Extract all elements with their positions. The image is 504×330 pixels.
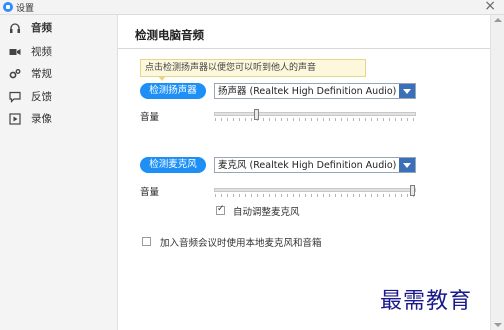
test-speaker-button[interactable]: 检测扬声器 <box>140 83 206 99</box>
speaker-device-select[interactable]: 扬声器 (Realtek High Definition Audio) <box>214 83 416 99</box>
close-button[interactable]: × <box>484 0 496 14</box>
sidebar-item-general[interactable]: 常规 <box>0 64 117 83</box>
slider-thumb[interactable] <box>410 185 415 196</box>
auto-adjust-mic-checkbox[interactable] <box>216 204 225 215</box>
speaker-test-tooltip: 点击检测扬声器以便您可以听到他人的声音 <box>140 59 366 77</box>
test-microphone-button[interactable]: 检测麦克风 <box>140 157 206 173</box>
sidebar-item-audio[interactable]: 音频 <box>0 18 117 37</box>
headphones-icon <box>8 22 22 34</box>
tooltip-pointer <box>158 76 166 81</box>
slider-ticks <box>215 118 415 121</box>
microphone-volume-label: 音量 <box>140 187 160 198</box>
chevron-down-icon[interactable] <box>399 158 415 172</box>
sidebar-item-video[interactable]: 视频 <box>0 42 117 61</box>
sidebar-item-recording[interactable]: 录像 <box>0 109 117 128</box>
page-title: 检测电脑音频 <box>135 28 204 42</box>
sidebar-item-label: 视频 <box>31 46 52 58</box>
chat-icon <box>8 91 22 103</box>
video-icon <box>8 47 22 57</box>
speaker-volume-label: 音量 <box>140 112 160 123</box>
title-bar: 设置 × <box>0 0 504 15</box>
auto-adjust-mic-label: 自动调整麦克风 <box>233 207 300 218</box>
sidebar: 音频 视频 常规 反馈 录像 <box>0 15 118 330</box>
sidebar-item-label: 常规 <box>31 68 52 80</box>
speaker-device-value: 扬声器 (Realtek High Definition Audio) <box>218 86 397 97</box>
join-audio-label: 加入音频会议时使用本地麦克风和音箱 <box>160 238 322 249</box>
speaker-volume-slider[interactable] <box>214 109 416 121</box>
microphone-volume-slider[interactable] <box>214 185 416 197</box>
slider-thumb[interactable] <box>254 109 259 120</box>
app-logo-icon <box>3 2 13 12</box>
watermark: 最需教育 <box>380 289 473 314</box>
scrollbar[interactable] <box>490 15 504 330</box>
microphone-device-value: 麦克风 (Realtek High Definition Audio) <box>218 160 397 171</box>
microphone-device-select[interactable]: 麦克风 (Realtek High Definition Audio) <box>214 157 416 173</box>
scroll-down-icon[interactable] <box>494 323 502 327</box>
record-icon <box>8 112 22 125</box>
scroll-up-icon[interactable] <box>494 18 502 22</box>
join-audio-checkbox[interactable] <box>142 237 151 246</box>
window-title: 设置 <box>16 4 35 14</box>
sidebar-item-label: 反馈 <box>31 91 52 103</box>
divider <box>118 48 490 49</box>
chevron-down-icon[interactable] <box>399 84 415 98</box>
sidebar-item-label: 录像 <box>31 113 52 125</box>
sidebar-item-feedback[interactable]: 反馈 <box>0 87 117 106</box>
gear-icon <box>8 68 22 80</box>
slider-ticks <box>215 194 415 197</box>
sidebar-item-label: 音频 <box>31 22 52 34</box>
